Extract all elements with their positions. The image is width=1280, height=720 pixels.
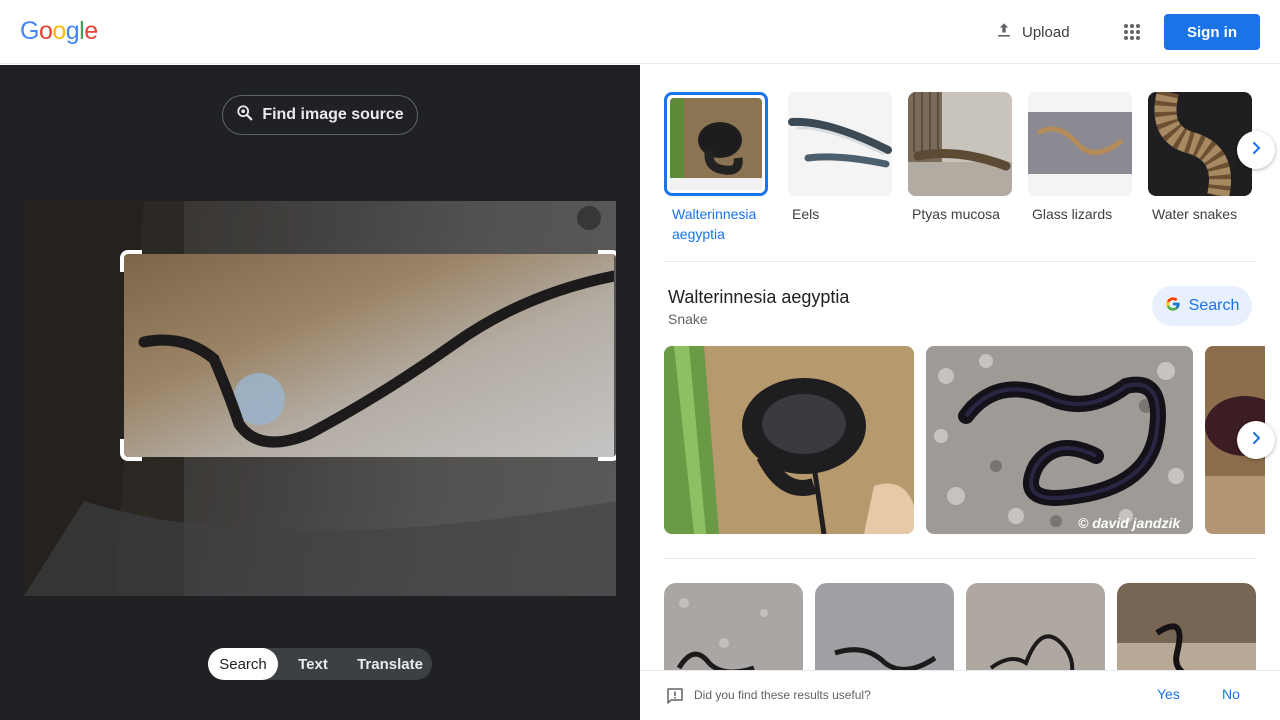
logo-letter: G bbox=[20, 17, 39, 45]
feedback-question: Did you find these results useful? bbox=[694, 688, 871, 702]
feedback-no-button[interactable]: No bbox=[1222, 686, 1240, 702]
related-chip-label: Ptyas mucosa bbox=[912, 206, 1000, 222]
divider bbox=[664, 558, 1256, 559]
result-image[interactable] bbox=[1117, 583, 1256, 683]
result-image[interactable] bbox=[664, 583, 803, 683]
related-thumbnail bbox=[788, 92, 892, 196]
entity-title: Walterinnesia aegyptia bbox=[668, 287, 850, 307]
related-thumbnail bbox=[908, 92, 1012, 196]
logo-letter: e bbox=[84, 17, 98, 45]
related-thumbnail bbox=[1148, 92, 1252, 196]
logo-letter: o bbox=[52, 17, 66, 45]
related-chip-eels[interactable]: Eels bbox=[788, 92, 892, 224]
related-chip-label: Walterinnesia aegyptia bbox=[672, 206, 757, 242]
divider bbox=[664, 261, 1256, 262]
tab-text[interactable]: Text bbox=[278, 648, 348, 680]
result-image[interactable]: © david jandzik bbox=[926, 346, 1193, 534]
crop-handle-bottom-left[interactable] bbox=[120, 439, 142, 461]
sign-in-button[interactable]: Sign in bbox=[1164, 14, 1260, 50]
upload-label: Upload bbox=[1022, 23, 1070, 41]
related-chip-walterinnesia[interactable]: Walterinnesia aegyptia bbox=[664, 92, 768, 244]
related-chip-glass-lizards[interactable]: Glass lizards bbox=[1028, 92, 1132, 224]
related-chip-ptyas-mucosa[interactable]: Ptyas mucosa bbox=[908, 92, 1012, 224]
result-image[interactable] bbox=[815, 583, 954, 683]
related-chip-label: Eels bbox=[792, 206, 820, 222]
tab-translate[interactable]: Translate bbox=[348, 648, 432, 680]
find-image-source-button[interactable]: Find image source bbox=[222, 95, 418, 135]
logo-letter: o bbox=[38, 17, 53, 45]
results-pane: Walterinnesia aegyptia Eels Ptyas mucosa… bbox=[640, 65, 1280, 720]
query-image bbox=[24, 201, 616, 596]
result-image[interactable] bbox=[664, 346, 914, 534]
crop-handle-top-left[interactable] bbox=[120, 250, 142, 272]
entity-subtitle: Snake bbox=[668, 311, 708, 327]
related-chip-label: Glass lizards bbox=[1032, 206, 1113, 222]
entity-search-button[interactable]: Search bbox=[1152, 286, 1252, 326]
image-viewer-pane: Find image source Search Text Translate bbox=[0, 65, 640, 720]
upload-button[interactable]: Upload bbox=[986, 12, 1078, 52]
related-thumbnail bbox=[1028, 92, 1132, 196]
top-bar: Google Upload Sign in bbox=[0, 0, 1280, 64]
entity-search-label: Search bbox=[1188, 297, 1240, 314]
result-image[interactable] bbox=[966, 583, 1105, 683]
apps-grid-icon[interactable] bbox=[1116, 16, 1148, 48]
crop-region[interactable] bbox=[124, 254, 614, 457]
crop-handle-top-right[interactable] bbox=[598, 250, 616, 272]
feedback-bar: Did you find these results useful? Yes N… bbox=[640, 670, 1280, 720]
image-search-icon bbox=[236, 104, 254, 127]
google-g-icon bbox=[1165, 296, 1181, 317]
photo-watermark: © david jandzik bbox=[1078, 515, 1181, 531]
feedback-icon bbox=[666, 687, 684, 705]
tab-search[interactable]: Search bbox=[208, 648, 278, 680]
related-chip-water-snakes[interactable]: Water snakes bbox=[1148, 92, 1252, 224]
chevron-right-icon bbox=[1248, 140, 1264, 161]
feedback-yes-button[interactable]: Yes bbox=[1157, 686, 1180, 702]
results-next-button[interactable] bbox=[1237, 421, 1275, 459]
related-thumbnail bbox=[664, 92, 768, 196]
crop-handle-bottom-right[interactable] bbox=[598, 439, 616, 461]
find-image-source-label: Find image source bbox=[262, 106, 404, 123]
related-chip-label: Water snakes bbox=[1152, 206, 1238, 222]
upload-icon bbox=[994, 20, 1014, 44]
logo-letter: g bbox=[65, 17, 80, 45]
mode-tabs: Search Text Translate bbox=[208, 648, 432, 680]
google-logo[interactable]: Google bbox=[20, 17, 98, 46]
chevron-right-icon bbox=[1248, 430, 1264, 451]
chips-next-button[interactable] bbox=[1237, 131, 1275, 169]
